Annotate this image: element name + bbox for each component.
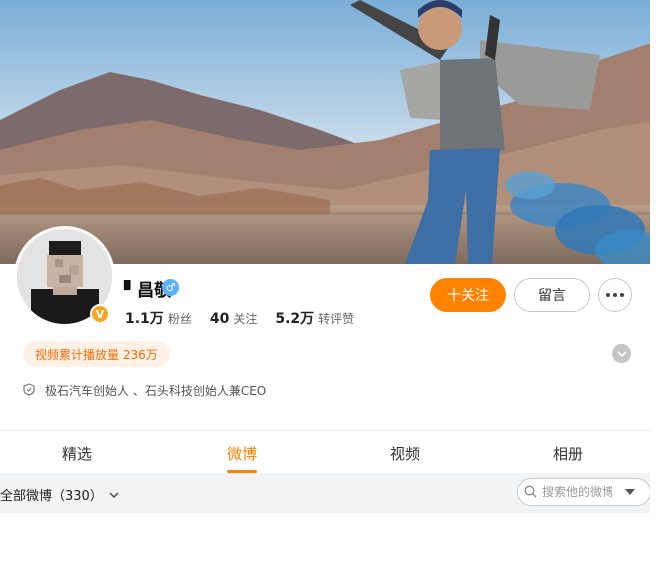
stat-value: 1.1万 [125,311,164,327]
bio-row: 极石汽车创始人 、石头科技创始人兼CEO [23,381,266,400]
follow-button[interactable]: 十关注 [430,278,506,312]
stat-value: 40 [209,311,230,327]
verified-v-icon: V [90,304,110,324]
search-icon [524,483,537,502]
profile-stats: 1.1万 粉丝 40 关注 5.2万 转评赞 [125,308,354,328]
more-dot [620,293,624,297]
stat-label: 转评赞 [318,312,355,326]
search-dropdown-caret-icon[interactable] [625,489,635,495]
more-options-button[interactable] [598,278,632,312]
bio-text: 极石汽车创始人 、石头科技创始人兼CEO [45,384,267,398]
tab-featured[interactable]: 精选 [62,443,92,464]
stat-label: 粉丝 [167,312,192,326]
more-dot [606,293,610,297]
page-edge [650,0,660,573]
tab-albums[interactable]: 相册 [553,443,583,464]
stat-followers[interactable]: 1.1万 粉丝 [125,308,192,328]
stat-label: 关注 [233,312,258,326]
search-input[interactable] [542,485,612,499]
filter-label: 全部微博（330） [0,489,103,504]
play-count-badge: 视频累计播放量 236万 [23,341,170,367]
chevron-down-icon [109,487,119,502]
male-icon: ♂ [162,279,179,296]
filter-dropdown[interactable]: 全部微博（330） [0,485,119,504]
message-button[interactable]: 留言 [514,278,590,312]
profile-banner [0,0,660,264]
stat-engagement: 5.2万 转评赞 [275,308,354,328]
tab-videos[interactable]: 视频 [390,443,420,464]
more-dot [613,293,617,297]
shield-icon [23,381,35,400]
expand-chevron-icon[interactable] [612,344,631,363]
search-box[interactable] [517,478,651,506]
profile-tabs: 精选 微博 视频 相册 [0,431,650,473]
filter-bar: 全部微博（330） [0,473,651,513]
stat-following[interactable]: 40 关注 [210,310,258,327]
tab-weibo[interactable]: 微博 [227,443,257,464]
stat-value: 5.2万 [275,311,315,327]
